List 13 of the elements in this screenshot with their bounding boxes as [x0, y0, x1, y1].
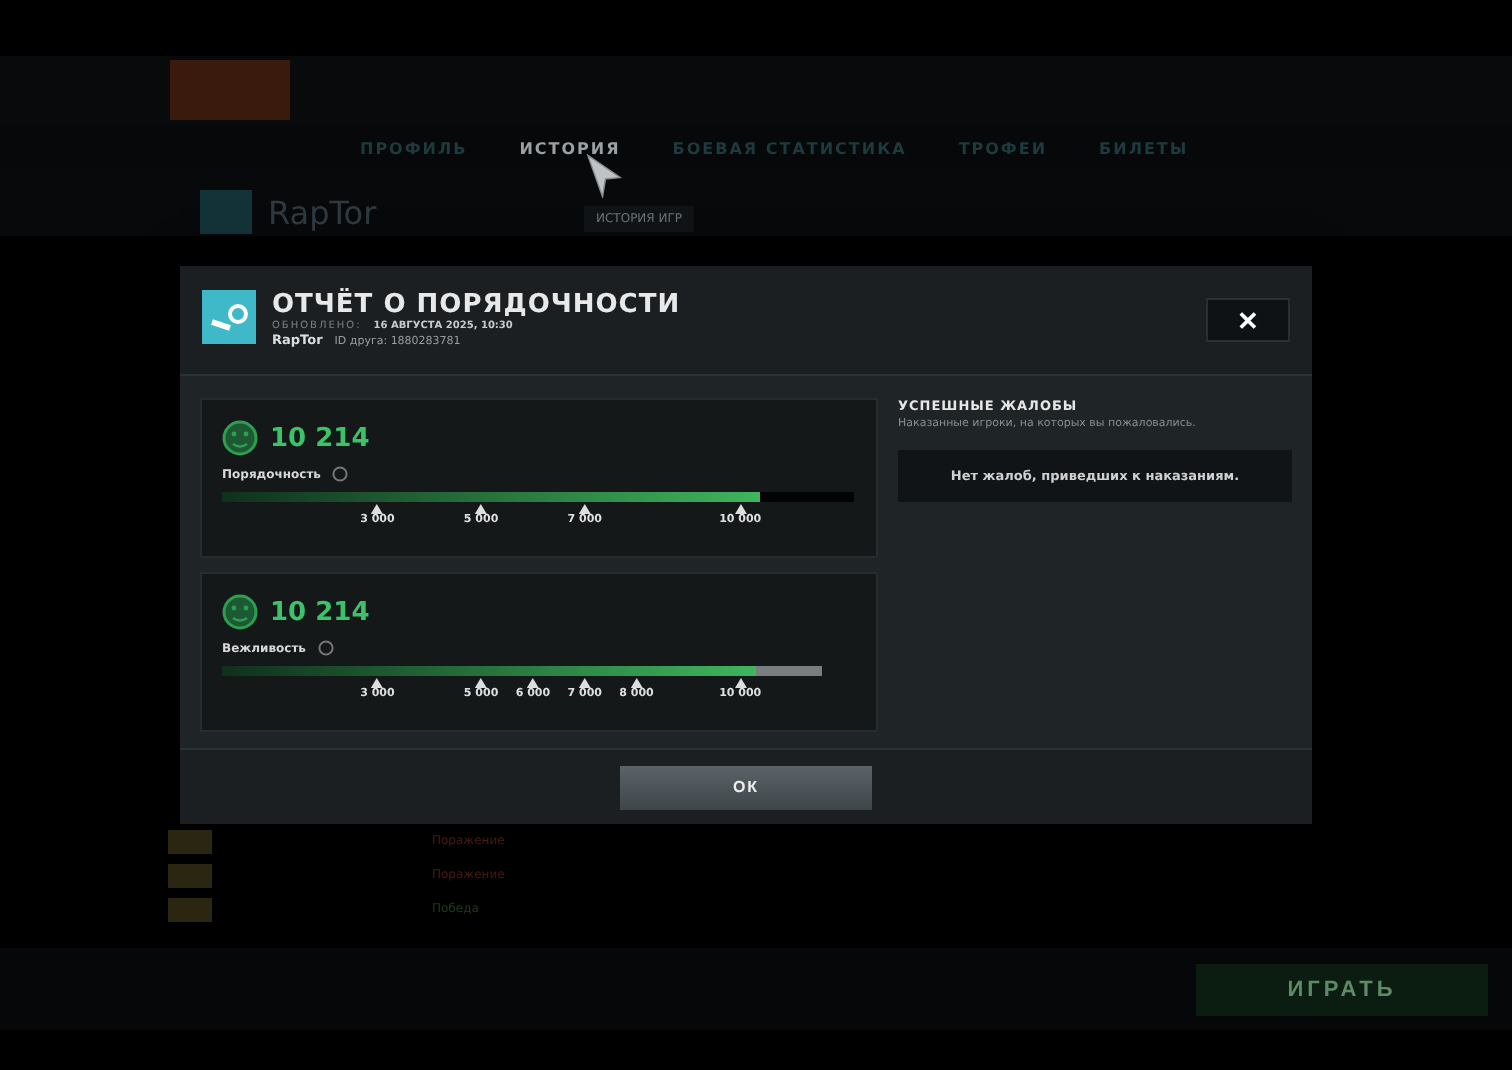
steam-logo-icon — [202, 290, 256, 344]
close-button[interactable]: ✕ — [1206, 298, 1290, 342]
face-icon — [222, 420, 258, 457]
score-value: 10 214 — [270, 597, 370, 628]
face-icon — [222, 594, 258, 631]
play-button[interactable]: ИГРАТЬ — [1196, 963, 1488, 1015]
info-icon[interactable] — [317, 640, 334, 657]
score-value: 10 214 — [270, 423, 370, 454]
dialog-title: ОТЧЁТ О ПОРЯДОЧНОСТИ — [272, 290, 683, 320]
info-icon[interactable] — [332, 466, 349, 483]
cursor-icon — [584, 154, 624, 198]
ok-button[interactable]: ОК — [620, 765, 872, 810]
profile-tab[interactable]: ИСТОРИЯ — [519, 139, 621, 157]
